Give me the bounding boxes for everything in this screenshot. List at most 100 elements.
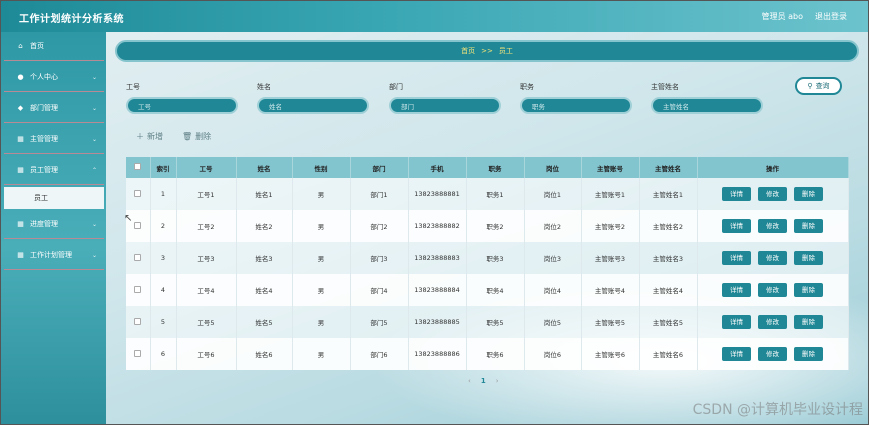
- edit-button[interactable]: 修改: [758, 347, 787, 361]
- data-table: 索引 工号 姓名 性别 部门 手机 职务 岗位 主管账号 主管姓名 操作 1 工号…: [126, 157, 849, 370]
- cell-phone: 13823888884: [408, 274, 467, 306]
- cell-index: 3: [150, 242, 177, 274]
- cell-index: 1: [150, 178, 177, 210]
- pagination: ‹ 1 ›: [468, 377, 499, 385]
- sidebar-item-label: 进度管理: [30, 220, 58, 228]
- user-label: 管理员 abo: [761, 12, 803, 21]
- edit-button[interactable]: 修改: [758, 187, 787, 201]
- chevron-down-icon: ⌄: [91, 74, 97, 81]
- row-checkbox[interactable]: [134, 189, 142, 197]
- detail-button[interactable]: 详情: [722, 219, 751, 233]
- edit-button[interactable]: 修改: [758, 315, 787, 329]
- home-icon: ⌂: [18, 42, 23, 50]
- edit-button[interactable]: 修改: [758, 251, 787, 265]
- cell-position: 职务6: [466, 338, 525, 370]
- current-page[interactable]: 1: [481, 377, 486, 385]
- grid-icon: ▦: [17, 251, 24, 259]
- cell-select[interactable]: [126, 242, 151, 274]
- cell-operations: 详情 修改 删除: [697, 338, 849, 370]
- search-input-id[interactable]: 工号: [126, 97, 238, 114]
- search-label-id: 工号: [126, 83, 140, 91]
- row-checkbox[interactable]: [134, 317, 142, 325]
- cell-name: 姓名3: [236, 242, 293, 274]
- table-row: 2 工号2 姓名2 男部门2 13823888882 职务2 岗位2 主管账号2 主管姓名2 详情…: [126, 210, 849, 242]
- search-icon: ⚲: [807, 82, 813, 90]
- cell-post: 岗位4: [524, 274, 582, 306]
- detail-button[interactable]: 详情: [722, 315, 751, 329]
- header-phone: 手机: [408, 157, 467, 178]
- search-input-name[interactable]: 姓名: [257, 97, 369, 114]
- detail-button[interactable]: 详情: [722, 347, 751, 361]
- cell-supervisor-account: 主管账号3: [581, 242, 640, 274]
- row-checkbox[interactable]: [134, 253, 142, 261]
- breadcrumb-current: 员工: [498, 47, 513, 55]
- row-checkbox[interactable]: [134, 285, 142, 293]
- chevron-down-icon: ⌄: [91, 221, 97, 228]
- logout-link[interactable]: 退出登录: [815, 11, 847, 22]
- row-checkbox[interactable]: [134, 349, 142, 357]
- cell-employee-id: 工号3: [176, 242, 237, 274]
- cell-supervisor-account: 主管账号2: [581, 210, 640, 242]
- row-checkbox[interactable]: [134, 221, 142, 229]
- search-input-department[interactable]: 部门: [389, 97, 501, 114]
- sidebar-item-personal-center[interactable]: ● 个人中心 ⌄: [4, 63, 104, 92]
- delete-row-button[interactable]: 删除: [794, 347, 823, 361]
- cell-post: 岗位2: [524, 210, 582, 242]
- add-button-label: 新增: [147, 132, 163, 141]
- sidebar-item-home[interactable]: ⌂ 首页: [4, 32, 104, 61]
- cell-gender: 男: [292, 338, 351, 370]
- delete-row-button[interactable]: 删除: [794, 187, 823, 201]
- sidebar-item-supervisor[interactable]: ▦ 主管管理 ⌄: [4, 125, 104, 154]
- cell-phone: 13823888882: [408, 210, 467, 242]
- detail-button[interactable]: 详情: [722, 283, 751, 297]
- select-all-checkbox[interactable]: [134, 163, 142, 170]
- cell-gender: 男: [292, 178, 351, 210]
- delete-row-button[interactable]: 删除: [794, 315, 823, 329]
- cell-select[interactable]: [126, 274, 151, 306]
- table-header-row: 索引 工号 姓名 性别 部门 手机 职务 岗位 主管账号 主管姓名 操作: [126, 157, 849, 178]
- cell-gender: 男: [292, 242, 351, 274]
- cell-select[interactable]: [126, 178, 151, 210]
- detail-button[interactable]: 详情: [722, 251, 751, 265]
- edit-button[interactable]: 修改: [758, 219, 787, 233]
- header-user-area: 管理员 abo 退出登录: [762, 11, 847, 22]
- table-row: 5 工号5 姓名5 男部门5 13823888885 职务5 岗位5 主管账号5 主管姓名5 详情…: [126, 306, 849, 338]
- cell-department: 部门3: [350, 242, 409, 274]
- search-button[interactable]: ⚲ 查询: [795, 77, 842, 95]
- header-supervisor-account: 主管账号: [581, 157, 640, 178]
- cell-phone: 13823888886: [408, 338, 467, 370]
- header-select-all[interactable]: [126, 157, 151, 178]
- edit-button[interactable]: 修改: [758, 283, 787, 297]
- next-page-button[interactable]: ›: [496, 377, 499, 385]
- sidebar-item-employee[interactable]: ▦ 员工管理 ⌃: [4, 156, 104, 185]
- search-input-position[interactable]: 职务: [520, 97, 632, 114]
- cell-gender: 男: [292, 274, 351, 306]
- cell-select[interactable]: [126, 338, 151, 370]
- breadcrumb-home[interactable]: 首页: [461, 46, 475, 56]
- sidebar-item-label: 工作计划管理: [30, 251, 72, 259]
- prev-page-button[interactable]: ‹: [468, 377, 471, 385]
- add-button[interactable]: ＋ 新增: [136, 131, 163, 142]
- cell-gender: 男: [292, 210, 351, 242]
- sidebar-item-label: 个人中心: [30, 73, 58, 81]
- sidebar-item-work-plan[interactable]: ▦ 工作计划管理 ⌄: [4, 241, 104, 270]
- cell-position: 职务4: [466, 274, 525, 306]
- header-operations: 操作: [697, 157, 849, 178]
- delete-row-button[interactable]: 删除: [794, 219, 823, 233]
- cell-index: 5: [150, 306, 177, 338]
- cell-supervisor-name: 主管姓名5: [639, 306, 698, 338]
- sidebar-item-department[interactable]: ◆ 部门管理 ⌄: [4, 94, 104, 123]
- delete-row-button[interactable]: 删除: [794, 283, 823, 297]
- cell-select[interactable]: [126, 306, 151, 338]
- submenu-item-employee[interactable]: 员工: [4, 187, 104, 209]
- cell-supervisor-name: 主管姓名1: [639, 178, 698, 210]
- top-header: 工作计划统计分析系统 管理员 abo 退出登录: [0, 0, 869, 32]
- detail-button[interactable]: 详情: [722, 187, 751, 201]
- sidebar-item-progress[interactable]: ▦ 进度管理 ⌄: [4, 210, 104, 239]
- table-row: 1 工号1 姓名1 男部门1 13823888881 职务1 岗位1 主管账号1 主管姓名1 详情…: [126, 178, 849, 210]
- delete-button[interactable]: 🗑 删除: [182, 131, 211, 142]
- search-input-supervisor-name[interactable]: 主管姓名: [651, 97, 763, 114]
- delete-row-button[interactable]: 删除: [794, 251, 823, 265]
- cell-operations: 详情 修改 删除: [697, 210, 849, 242]
- cell-department: 部门6: [350, 338, 409, 370]
